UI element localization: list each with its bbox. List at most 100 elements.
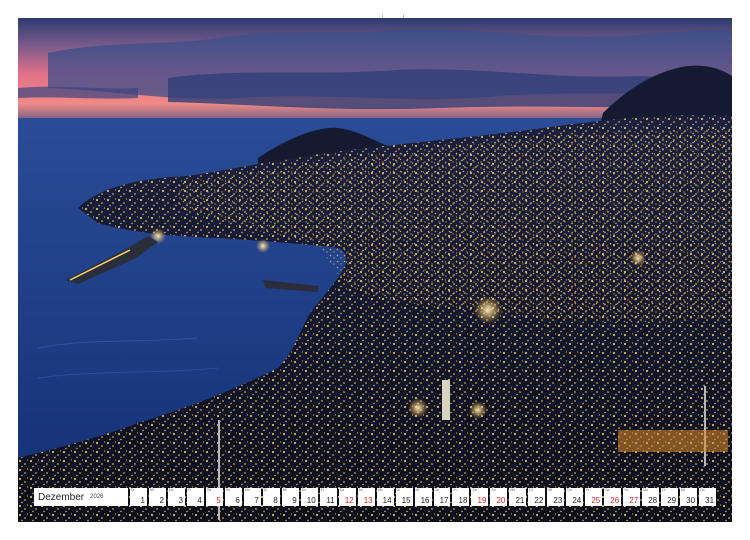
weekday-label: Do bbox=[301, 488, 307, 492]
day-number: 24 bbox=[572, 496, 582, 505]
day-cell: Di 1 bbox=[130, 488, 147, 506]
day-number: 16 bbox=[420, 496, 430, 505]
street-glow bbox=[630, 250, 646, 266]
day-number: 12 bbox=[344, 496, 354, 505]
weekday-label: Do bbox=[700, 488, 705, 492]
day-cell: Di 22 bbox=[528, 488, 546, 506]
weekday-label: Mi bbox=[415, 488, 420, 492]
day-cell: Do 24 bbox=[566, 488, 584, 506]
day-number: 25 bbox=[591, 496, 601, 505]
night-city-illustration bbox=[18, 18, 732, 522]
weekday-label: Mo bbox=[377, 488, 383, 492]
day-number: 14 bbox=[382, 496, 392, 505]
day-cell: So 20 bbox=[490, 488, 508, 506]
day-number: 23 bbox=[553, 496, 563, 505]
day-cell: Sa 12 bbox=[338, 488, 356, 506]
day-cell: Sa 26 bbox=[604, 488, 622, 506]
day-number: 1 bbox=[140, 496, 145, 505]
weekday-label: Sa bbox=[339, 488, 344, 492]
weekday-label: Mi bbox=[149, 488, 154, 492]
day-number: 6 bbox=[235, 496, 240, 505]
weekday-label: Do bbox=[567, 488, 572, 492]
day-number: 18 bbox=[458, 496, 468, 505]
harbor-glow bbox=[256, 239, 270, 253]
day-number: 22 bbox=[534, 496, 544, 505]
day-number: 4 bbox=[197, 496, 202, 505]
day-cell: Sa 5 bbox=[205, 488, 223, 506]
street-glow bbox=[469, 401, 487, 419]
lit-building bbox=[618, 430, 728, 452]
day-cell: Fr 4 bbox=[186, 488, 204, 506]
day-cell: Do 31 bbox=[699, 488, 717, 506]
month-name: Dezember bbox=[38, 491, 85, 503]
day-cell: Do 10 bbox=[300, 488, 318, 506]
weekday-label: Mo bbox=[244, 488, 250, 492]
day-number: 9 bbox=[292, 496, 297, 505]
weekday-label: Sa bbox=[206, 488, 212, 492]
day-number: 27 bbox=[629, 496, 639, 505]
weekday-label: So bbox=[624, 488, 629, 492]
day-cell: Mo 28 bbox=[642, 488, 660, 506]
day-number: 19 bbox=[477, 496, 487, 505]
day-cell: Do 17 bbox=[433, 488, 451, 506]
weekday-label: Mi bbox=[282, 488, 287, 492]
weekday-label: Di bbox=[529, 488, 533, 492]
month-label: Dezember 2026 bbox=[34, 488, 128, 506]
day-number: 26 bbox=[610, 496, 620, 505]
weekday-label: Fr bbox=[187, 488, 192, 492]
day-cell: Di 15 bbox=[395, 488, 413, 506]
day-number: 10 bbox=[306, 496, 316, 505]
weekday-label: Di bbox=[131, 488, 135, 492]
day-cell: Mi 2 bbox=[148, 488, 166, 506]
day-cell: Fr 25 bbox=[585, 488, 603, 506]
day-number: 8 bbox=[273, 496, 278, 505]
year-label: 2026 bbox=[90, 494, 104, 500]
day-number: 13 bbox=[363, 496, 373, 505]
day-cell: Mi 23 bbox=[547, 488, 565, 506]
weekday-label: Sa bbox=[472, 488, 477, 492]
day-cell: So 27 bbox=[623, 488, 641, 506]
day-number: 15 bbox=[401, 496, 411, 505]
day-number: 21 bbox=[515, 496, 525, 505]
day-cell: Fr 11 bbox=[319, 488, 337, 506]
weekday-label: Mo bbox=[510, 488, 516, 492]
weekday-label: Do bbox=[168, 488, 174, 492]
weekday-label: So bbox=[225, 488, 231, 492]
weekday-label: Mi bbox=[681, 488, 685, 492]
calendar-strip: Dezember 2026 Di 1 Mi 2 Do 3 Fr 4 Sa 5 So 6 Mo 7 Di 8 Mi… bbox=[34, 488, 717, 506]
street-glow bbox=[408, 398, 428, 418]
street-glow bbox=[474, 296, 502, 324]
lamp-post bbox=[704, 386, 706, 466]
day-number: 3 bbox=[178, 496, 183, 505]
day-cell: Do 3 bbox=[167, 488, 185, 506]
day-cell: Mi 16 bbox=[414, 488, 432, 506]
weekday-label: Do bbox=[434, 488, 439, 492]
day-number: 20 bbox=[496, 496, 506, 505]
day-number: 2 bbox=[159, 496, 164, 505]
weekday-label: Sa bbox=[605, 488, 610, 492]
day-number: 31 bbox=[705, 496, 715, 505]
day-cell: Mo 14 bbox=[376, 488, 394, 506]
weekday-label: Mi bbox=[548, 488, 553, 492]
day-cell: Mo 21 bbox=[509, 488, 527, 506]
day-number: 11 bbox=[326, 496, 335, 505]
day-cell: Mi 9 bbox=[281, 488, 299, 506]
day-cell: Di 8 bbox=[262, 488, 280, 506]
weekday-label: Di bbox=[396, 488, 400, 492]
weekday-label: Fr bbox=[320, 488, 324, 492]
day-number: 30 bbox=[686, 496, 696, 505]
weekday-label: Mo bbox=[643, 488, 649, 492]
day-number: 5 bbox=[216, 496, 221, 505]
calendar-page: Dezember 2026 Di 1 Mi 2 Do 3 Fr 4 Sa 5 So 6 Mo 7 Di 8 Mi… bbox=[0, 0, 750, 540]
day-cell: So 6 bbox=[224, 488, 242, 506]
funchal-night-photo bbox=[18, 18, 732, 522]
day-number: 7 bbox=[254, 496, 259, 505]
day-cell: So 13 bbox=[357, 488, 375, 506]
weekday-label: Di bbox=[263, 488, 268, 492]
weekday-label: So bbox=[491, 488, 496, 492]
weekday-label: Di bbox=[662, 488, 666, 492]
day-number: 17 bbox=[439, 496, 449, 505]
day-cell: Mi 30 bbox=[680, 488, 698, 506]
day-cell: Mo 7 bbox=[243, 488, 261, 506]
day-cell: Sa 19 bbox=[471, 488, 489, 506]
